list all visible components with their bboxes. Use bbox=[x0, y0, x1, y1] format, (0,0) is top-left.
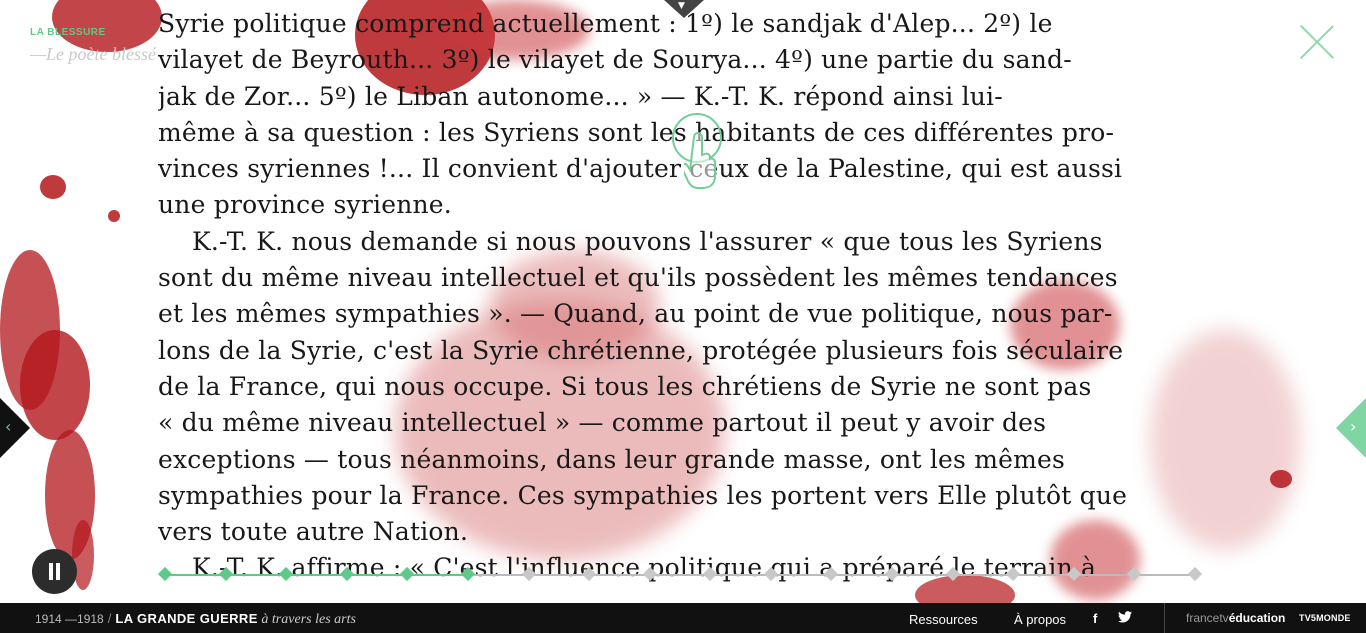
timeline-marker[interactable] bbox=[218, 566, 233, 582]
footer-bar: 1914 —1918/LA GRANDE GUERRE à travers le… bbox=[0, 603, 1366, 633]
doc-line: lons de la Syrie, c'est la Syrie chrétie… bbox=[158, 335, 1124, 365]
doc-line: une province syrienne. bbox=[158, 190, 452, 220]
brand-years: 1914 —1918 bbox=[35, 612, 104, 626]
timeline-marker[interactable] bbox=[521, 566, 536, 582]
brand-subtitle: à travers les arts bbox=[261, 612, 356, 627]
twitter-icon[interactable] bbox=[1118, 611, 1132, 626]
doc-line: vilayet de Beyrouth... 3º) le vilayet de… bbox=[158, 45, 1072, 75]
doc-line: « du même niveau intellectuel » — comme … bbox=[158, 408, 1047, 438]
resources-link[interactable]: Ressources bbox=[909, 612, 978, 627]
prev-page-button[interactable]: ‹ bbox=[0, 398, 30, 458]
timeline-marker[interactable] bbox=[1006, 566, 1021, 582]
timeline-progress bbox=[160, 574, 469, 576]
about-link[interactable]: À propos bbox=[1014, 612, 1066, 627]
site-brand[interactable]: 1914 —1918/LA GRANDE GUERRE à travers le… bbox=[35, 611, 356, 628]
timeline-marker[interactable] bbox=[1066, 566, 1081, 582]
footer-divider bbox=[1164, 603, 1165, 633]
timeline-marker[interactable] bbox=[1187, 566, 1203, 582]
doc-line: jak de Zor... 5º) le Liban autonome... »… bbox=[158, 81, 1003, 111]
timeline-marker[interactable] bbox=[703, 566, 718, 582]
timeline-marker[interactable] bbox=[884, 566, 900, 582]
doc-line: exceptions — tous néanmoins, dans leur g… bbox=[158, 444, 1066, 474]
hand-icon bbox=[684, 132, 716, 189]
chevron-down-icon: ▼ bbox=[678, 1, 685, 11]
timeline-marker[interactable] bbox=[339, 566, 354, 582]
doc-line: et les mêmes sympathies ». — Quand, au p… bbox=[158, 299, 1113, 329]
timeline[interactable] bbox=[157, 566, 1203, 584]
doc-line: sympathies pour la France. Ces sympathie… bbox=[158, 480, 1128, 510]
timeline-marker[interactable] bbox=[400, 566, 415, 582]
top-menu-tab[interactable]: ▼ bbox=[664, 0, 704, 18]
doc-line: de la France, qui nous occupe. Si tous l… bbox=[158, 371, 1092, 401]
timeline-marker[interactable] bbox=[1127, 566, 1142, 582]
chevron-right-icon: › bbox=[1350, 417, 1357, 436]
tv5monde-logo[interactable]: TV5MONDE bbox=[1299, 613, 1351, 623]
timeline-marker[interactable] bbox=[460, 566, 476, 582]
section-kicker: LA BLESSURE bbox=[30, 27, 106, 38]
timeline-marker[interactable] bbox=[642, 566, 657, 582]
next-page-button[interactable]: › bbox=[1336, 398, 1366, 458]
brand-title: LA GRANDE GUERRE bbox=[115, 611, 258, 626]
close-icon[interactable] bbox=[1298, 23, 1336, 61]
timeline-marker[interactable] bbox=[582, 566, 597, 582]
breadcrumb: LA BLESSURE —Le poète blessé bbox=[30, 27, 156, 65]
timeline-marker[interactable] bbox=[279, 566, 294, 582]
timeline-marker[interactable] bbox=[157, 566, 173, 582]
pause-button[interactable] bbox=[32, 549, 77, 594]
document-page: Syrie politique comprend actuellement : … bbox=[158, 6, 1228, 587]
doc-line: K.-T. K. nous demande si nous pouvons l'… bbox=[192, 226, 1103, 256]
timeline-marker[interactable] bbox=[763, 566, 778, 582]
facebook-icon[interactable]: f bbox=[1093, 611, 1097, 626]
timeline-marker[interactable] bbox=[824, 566, 839, 582]
section-subtitle: —Le poète blessé bbox=[30, 44, 156, 64]
chevron-left-icon: ‹ bbox=[5, 417, 12, 436]
doc-line: sont du même niveau intellectuel et qu'i… bbox=[158, 263, 1118, 293]
hand-pointer-icon[interactable] bbox=[672, 113, 724, 191]
timeline-marker[interactable] bbox=[945, 566, 960, 582]
francetv-education-logo[interactable]: francetvéducation bbox=[1186, 611, 1285, 625]
doc-line: vers toute autre Nation. bbox=[158, 517, 469, 547]
